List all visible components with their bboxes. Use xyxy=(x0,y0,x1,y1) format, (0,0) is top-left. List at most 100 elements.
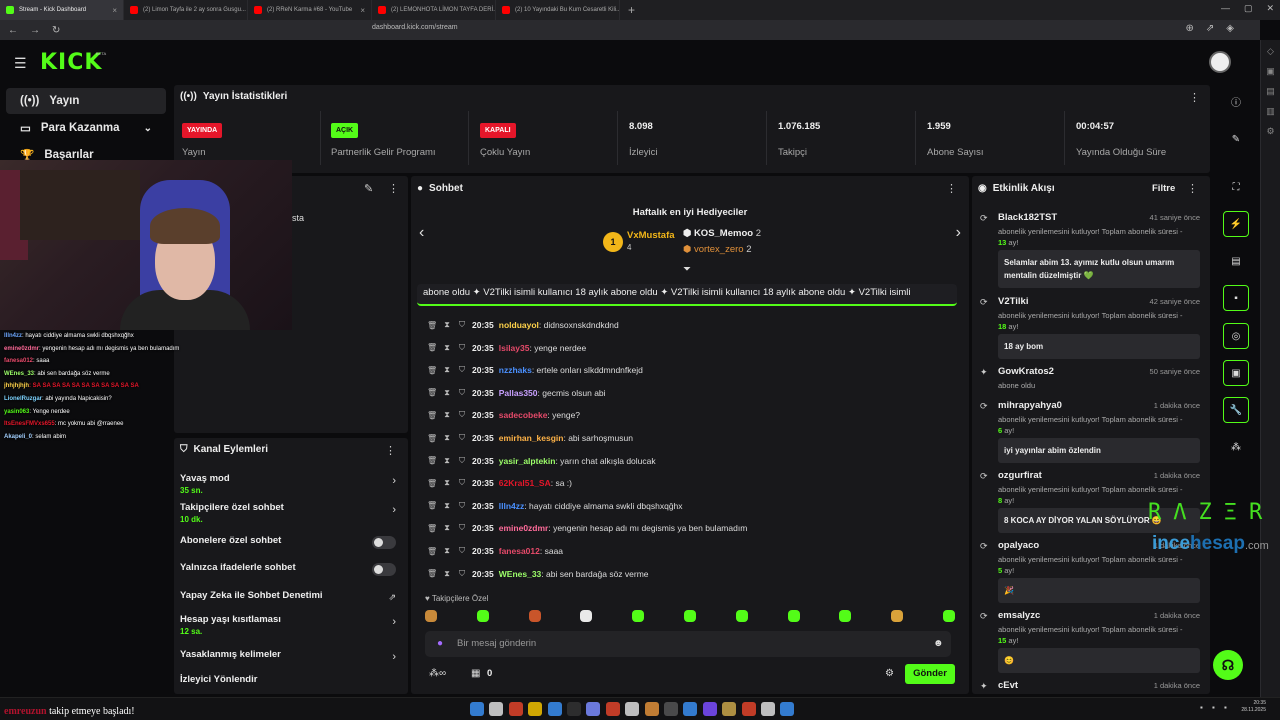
feed-user[interactable]: GowKratos2 xyxy=(998,366,1054,377)
feed-user[interactable]: V2Tilki xyxy=(998,296,1028,307)
more-options-icon[interactable]: ⋮ xyxy=(946,182,957,195)
close-icon[interactable]: × xyxy=(360,6,365,15)
zoom-icon[interactable]: ⊕ xyxy=(1186,23,1194,34)
delete-icon[interactable]: 🗑 xyxy=(427,479,437,488)
avatar[interactable] xyxy=(1209,51,1231,73)
ai-moderation-setting[interactable]: Yapay Zeka ile Sohbet Denetimi ⇗ xyxy=(180,590,402,602)
emote-icon[interactable] xyxy=(580,610,593,622)
gift-icon[interactable]: ▦ xyxy=(471,668,480,679)
delete-icon[interactable]: 🗑 xyxy=(427,388,437,397)
taskbar-app-icon[interactable] xyxy=(644,702,659,716)
help-chat-icon[interactable]: ☊ xyxy=(1213,650,1243,680)
broadcast-icon[interactable]: ◎ xyxy=(1223,323,1249,349)
delete-icon[interactable]: 🗑 xyxy=(427,547,437,556)
gifter-name[interactable]: ⬢ KOS_Memoo 2 xyxy=(683,228,761,239)
layout-icon[interactable]: ▣ xyxy=(1223,360,1249,386)
timeout-icon[interactable]: ⧗ xyxy=(442,388,452,398)
taskbar-app-icon[interactable] xyxy=(470,702,484,716)
browser-tab[interactable]: (2) 10 Yayındaki Bu Kum Cesaretli Kili..… xyxy=(496,0,620,20)
volume-icon[interactable]: ▪ xyxy=(1212,703,1215,712)
emote-icon[interactable] xyxy=(425,610,437,622)
back-icon[interactable]: ← xyxy=(8,25,18,36)
chat-icon[interactable]: ▪ xyxy=(1223,285,1249,311)
message-user[interactable]: WEnes_33 xyxy=(499,569,542,579)
more-options-icon[interactable]: ⋮ xyxy=(1187,182,1198,195)
taskbar-app-icon[interactable] xyxy=(508,702,523,716)
feed-user[interactable]: Black182TST xyxy=(998,212,1057,223)
message-user[interactable]: lsilay35 xyxy=(499,343,530,353)
more-options-icon[interactable]: ⋮ xyxy=(388,182,399,195)
emote-icon[interactable] xyxy=(632,610,645,622)
timeout-icon[interactable]: ⧗ xyxy=(442,523,452,533)
settings-icon[interactable]: ⚙ xyxy=(885,668,894,679)
chevron-left-icon[interactable]: ‹ xyxy=(419,224,424,242)
chevron-right-icon[interactable]: › xyxy=(956,224,961,242)
timeout-icon[interactable]: ⧗ xyxy=(442,501,452,511)
shield-icon[interactable]: ◈ xyxy=(1226,23,1234,34)
delete-icon[interactable]: 🗑 xyxy=(427,569,437,578)
message-user[interactable]: 62Kral51_SA xyxy=(499,478,551,488)
taskbar-app-icon[interactable] xyxy=(547,702,562,716)
emote-icon[interactable] xyxy=(942,610,955,622)
forward-icon[interactable]: → xyxy=(30,25,40,36)
timeout-icon[interactable]: ⧗ xyxy=(442,478,452,488)
emote-only-toggle[interactable] xyxy=(372,563,396,576)
reading-list-icon[interactable]: ▥ xyxy=(1266,106,1275,117)
message-user[interactable]: Pallas350 xyxy=(499,388,538,398)
more-options-icon[interactable]: ⋮ xyxy=(385,444,396,457)
delete-icon[interactable]: 🗑 xyxy=(427,343,437,352)
emote-icon[interactable] xyxy=(839,610,852,622)
delete-icon[interactable]: 🗑 xyxy=(427,411,437,420)
wrench-icon[interactable]: 🔧 xyxy=(1223,397,1249,423)
taskbar-app-icon[interactable] xyxy=(567,702,581,716)
message-user[interactable]: nolduayol xyxy=(499,320,539,330)
raid-setting[interactable]: İzleyici Yönlendir xyxy=(180,674,402,685)
minimize-icon[interactable]: — xyxy=(1221,3,1230,14)
kick-logo[interactable]: KICK xyxy=(40,50,102,75)
taskbar-app-icon[interactable] xyxy=(605,702,620,716)
points-icon[interactable]: ⁂∞ xyxy=(429,668,446,679)
taskbar-app-icon[interactable] xyxy=(741,702,756,716)
ban-icon[interactable]: ⛉ xyxy=(457,343,467,353)
feed-user[interactable]: mihrapyahya0 xyxy=(998,400,1062,411)
taskbar-app-icon[interactable] xyxy=(722,702,737,716)
ban-icon[interactable]: ⛉ xyxy=(457,546,467,556)
taskbar-app-icon[interactable] xyxy=(586,702,601,716)
message-user[interactable]: nzzhaks xyxy=(499,365,532,375)
timeout-icon[interactable]: ⧗ xyxy=(442,410,452,420)
apps-icon[interactable]: ⁂ xyxy=(1223,434,1249,460)
taskbar-app-icon[interactable] xyxy=(625,702,640,716)
banned-words-setting[interactable]: Yasaklanmış kelimeler › xyxy=(180,649,402,663)
delete-icon[interactable]: 🗑 xyxy=(427,456,437,465)
timeout-icon[interactable]: ⧗ xyxy=(442,456,452,466)
timeout-icon[interactable]: ⧗ xyxy=(442,546,452,556)
taskbar-app-icon[interactable] xyxy=(664,702,678,716)
ban-icon[interactable]: ⛉ xyxy=(457,501,467,511)
maximize-icon[interactable]: ▢ xyxy=(1244,3,1253,14)
battery-icon[interactable]: ▪ xyxy=(1224,703,1227,712)
gifter-name[interactable]: VxMustafa xyxy=(627,230,675,241)
emoji-icon[interactable]: ☻ xyxy=(933,638,944,649)
ban-icon[interactable]: ⛉ xyxy=(457,388,467,398)
delete-icon[interactable]: 🗑 xyxy=(427,366,437,375)
ban-icon[interactable]: ⛉ xyxy=(457,569,467,579)
feed-user[interactable]: ozgurfirat xyxy=(998,470,1042,481)
document-icon[interactable]: ▤ xyxy=(1223,248,1249,274)
bookmark-icon[interactable]: ◇ xyxy=(1267,46,1274,57)
close-icon[interactable]: × xyxy=(112,6,117,15)
timeout-icon[interactable]: ⧗ xyxy=(442,343,452,353)
browser-tab[interactable]: (2) LEMONHOTA LİMON TAYFA DERİ...× xyxy=(372,0,496,20)
info-icon[interactable]: ⓘ xyxy=(1223,88,1249,114)
message-user[interactable]: emirhan_kesgin xyxy=(499,433,564,443)
collapse-icon[interactable]: ⏷ xyxy=(683,264,691,275)
emote-icon[interactable] xyxy=(528,610,541,622)
history-icon[interactable]: ▤ xyxy=(1266,86,1275,97)
emote-icon[interactable] xyxy=(787,610,800,622)
send-button[interactable]: Gönder xyxy=(905,664,955,684)
feed-user[interactable]: opalyaco xyxy=(998,540,1039,551)
taskbar-app-icon[interactable] xyxy=(489,702,504,716)
timeout-icon[interactable]: ⧗ xyxy=(442,320,452,330)
nav-item-yayin[interactable]: ((•)) Yayın xyxy=(6,88,166,114)
edit-icon[interactable]: ✎ xyxy=(1223,126,1249,152)
account-age-setting[interactable]: Hesap yaşı kısıtlaması 12 sa. › xyxy=(180,614,402,636)
